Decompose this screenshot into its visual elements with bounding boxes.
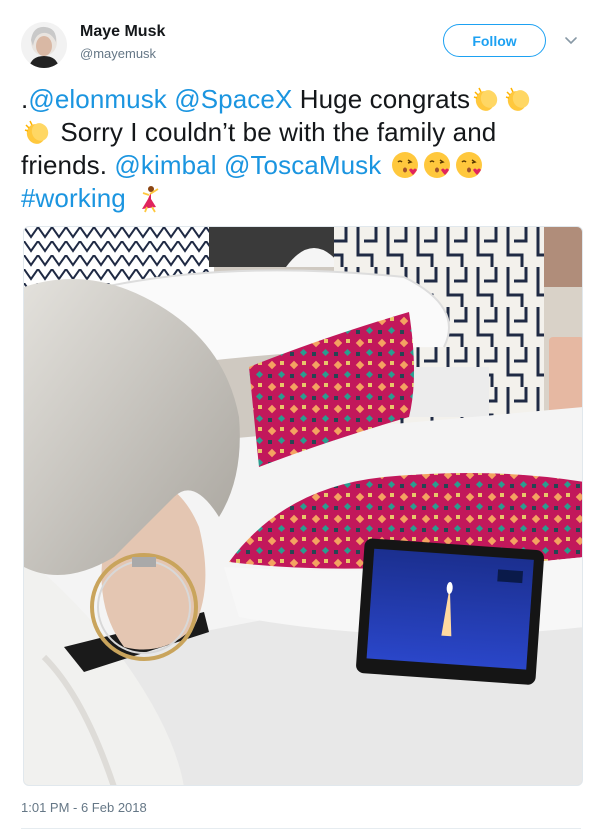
photo-image	[24, 227, 582, 785]
divider	[21, 828, 581, 829]
tweet-text-part-1: Huge congrats	[292, 84, 471, 114]
face-blowing-kiss-icon	[422, 150, 452, 180]
tweet-timestamp[interactable]: 1:01 PM - 6 Feb 2018	[21, 800, 147, 815]
hashtag-working[interactable]: #working	[21, 183, 126, 213]
chevron-down-icon[interactable]	[564, 34, 578, 48]
mention-toscamusk[interactable]: @ToscaMusk	[224, 150, 381, 180]
tweet-photo[interactable]	[23, 226, 583, 786]
tweet-text: .@elonmusk @SpaceX Huge congrats Sorry I…	[21, 83, 581, 215]
display-name[interactable]: Maye Musk	[80, 22, 165, 42]
clapping-hands-icon	[471, 84, 501, 114]
tweet-card: Maye Musk @mayemusk Follow .@elonmusk @S…	[0, 0, 599, 835]
clapping-hands-icon	[503, 84, 533, 114]
mention-kimbal[interactable]: @kimbal	[114, 150, 216, 180]
face-blowing-kiss-icon	[390, 150, 420, 180]
clapping-hands-icon	[22, 117, 52, 147]
face-blowing-kiss-icon	[454, 150, 484, 180]
woman-dancing-icon	[134, 183, 164, 213]
avatar-image	[21, 22, 67, 68]
screen-name[interactable]: @mayemusk	[80, 45, 165, 63]
follow-button[interactable]: Follow	[443, 24, 546, 57]
mention-elonmusk[interactable]: @elonmusk	[28, 84, 167, 114]
tweet-header: Maye Musk @mayemusk Follow	[21, 18, 581, 70]
mention-spacex[interactable]: @SpaceX	[174, 84, 292, 114]
user-names: Maye Musk @mayemusk	[80, 22, 165, 63]
avatar[interactable]	[21, 22, 67, 68]
